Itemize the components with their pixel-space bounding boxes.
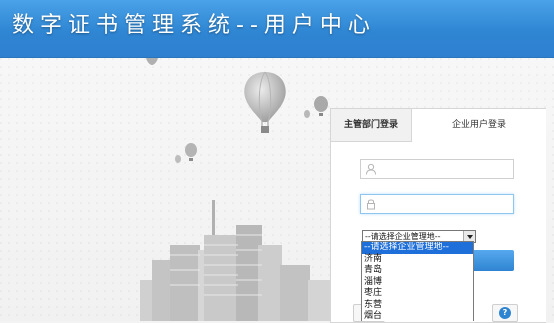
login-button[interactable]: [472, 250, 514, 271]
help-icon: ?: [499, 307, 511, 319]
username-input[interactable]: [379, 161, 513, 179]
region-dropdown-list: --请选择企业管理地-- 济南 青岛 淄博 枣庄 东营 烟台 潍坊: [361, 241, 474, 321]
balloon-large-icon: [244, 71, 286, 133]
tab-enterprise-login[interactable]: 企业用户登录: [412, 109, 546, 141]
balloon-partial-icon: [146, 58, 158, 65]
password-field[interactable]: [360, 194, 514, 214]
balloon-small-icon: [185, 143, 197, 161]
help-button[interactable]: ?: [492, 304, 518, 322]
app-header: 数字证书管理系统--用户中心: [0, 0, 554, 58]
balloon-small-icon: [314, 96, 328, 116]
dropdown-option[interactable]: 淄博: [362, 277, 473, 289]
tab-department-login[interactable]: 主管部门登录: [331, 109, 412, 142]
dropdown-option[interactable]: 济南: [362, 254, 473, 266]
balloon-tiny-icon: [304, 110, 310, 118]
app-title: 数字证书管理系统--用户中心: [12, 13, 376, 38]
password-input[interactable]: [379, 196, 513, 214]
city-skyline-icon: [140, 200, 350, 321]
dropdown-option[interactable]: 烟台: [362, 311, 473, 321]
lock-icon: [367, 199, 375, 210]
login-tabs: 主管部门登录 企业用户登录: [331, 109, 546, 142]
dropdown-option[interactable]: 枣庄: [362, 288, 473, 300]
user-icon: [366, 163, 376, 175]
dropdown-option[interactable]: 东营: [362, 300, 473, 312]
dropdown-option[interactable]: 青岛: [362, 265, 473, 277]
balloon-tiny-icon: [175, 155, 181, 163]
username-field[interactable]: [360, 159, 514, 179]
dropdown-option[interactable]: --请选择企业管理地--: [362, 242, 473, 254]
